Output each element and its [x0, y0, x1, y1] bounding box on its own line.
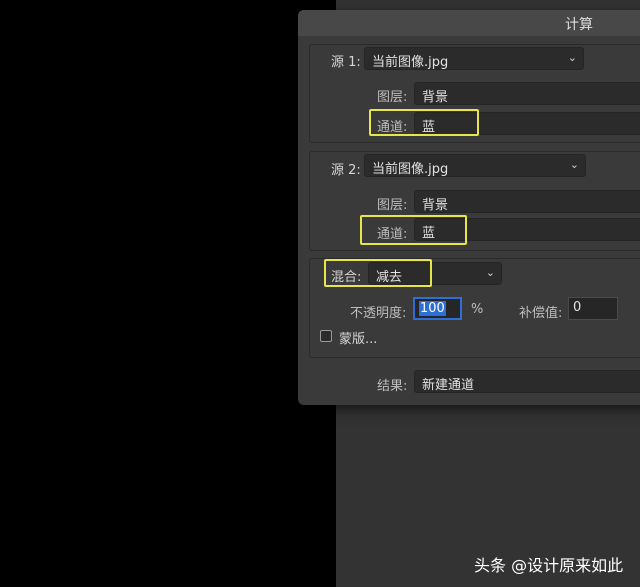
source1-label: 源 1: — [331, 55, 361, 70]
source1-layer-select[interactable]: 背景 — [414, 82, 640, 105]
percent-label: % — [471, 302, 484, 317]
offset-input[interactable]: 0 — [568, 297, 618, 320]
source1-channel-label: 通道: — [377, 120, 408, 135]
source2-channel-value: 蓝 — [422, 226, 436, 241]
source2-layer-value: 背景 — [422, 198, 449, 213]
dialog-title: 计算 — [565, 17, 593, 33]
chevron-down-icon: ⌄ — [485, 266, 495, 279]
source1-file-value: 当前图像.jpg — [372, 55, 449, 70]
mask-checkbox[interactable] — [320, 330, 332, 342]
source2-file-select[interactable]: 当前图像.jpg ⌄ — [364, 154, 586, 177]
calculations-dialog: 计算 源 1: 当前图像.jpg ⌄ 图层: 背景 通道: 蓝 源 2: 当前图… — [298, 10, 640, 405]
chevron-down-icon: ⌄ — [569, 158, 579, 171]
source1-channel-value: 蓝 — [422, 120, 436, 135]
result-select[interactable]: 新建通道 — [414, 370, 640, 393]
offset-value: 0 — [573, 300, 582, 315]
opacity-input[interactable]: 100 — [413, 297, 462, 320]
source2-channel-label: 通道: — [377, 227, 408, 242]
source2-file-value: 当前图像.jpg — [372, 162, 449, 177]
blend-mode-select[interactable]: 减去 ⌄ — [368, 262, 502, 285]
source2-layer-select[interactable]: 背景 — [414, 190, 640, 213]
dialog-titlebar[interactable]: 计算 — [298, 10, 640, 36]
opacity-value: 100 — [419, 301, 446, 316]
offset-label: 补偿值: — [519, 306, 563, 321]
blend-label: 混合: — [331, 270, 362, 285]
source2-label: 源 2: — [331, 163, 361, 178]
chevron-down-icon: ⌄ — [567, 51, 577, 64]
source1-file-select[interactable]: 当前图像.jpg ⌄ — [364, 47, 584, 70]
source2-channel-select[interactable]: 蓝 — [414, 218, 640, 241]
blend-mode-value: 减去 — [376, 270, 403, 285]
result-label: 结果: — [377, 379, 408, 394]
result-value: 新建通道 — [422, 378, 475, 393]
source1-channel-select[interactable]: 蓝 — [414, 112, 640, 135]
source2-layer-label: 图层: — [377, 198, 408, 213]
mask-label[interactable]: 蒙版... — [339, 328, 377, 347]
image-canvas — [0, 0, 336, 587]
watermark-text: 头条 @设计原来如此 — [474, 556, 624, 575]
source1-layer-value: 背景 — [422, 90, 449, 105]
source1-layer-label: 图层: — [377, 90, 408, 105]
opacity-label: 不透明度: — [350, 306, 407, 321]
